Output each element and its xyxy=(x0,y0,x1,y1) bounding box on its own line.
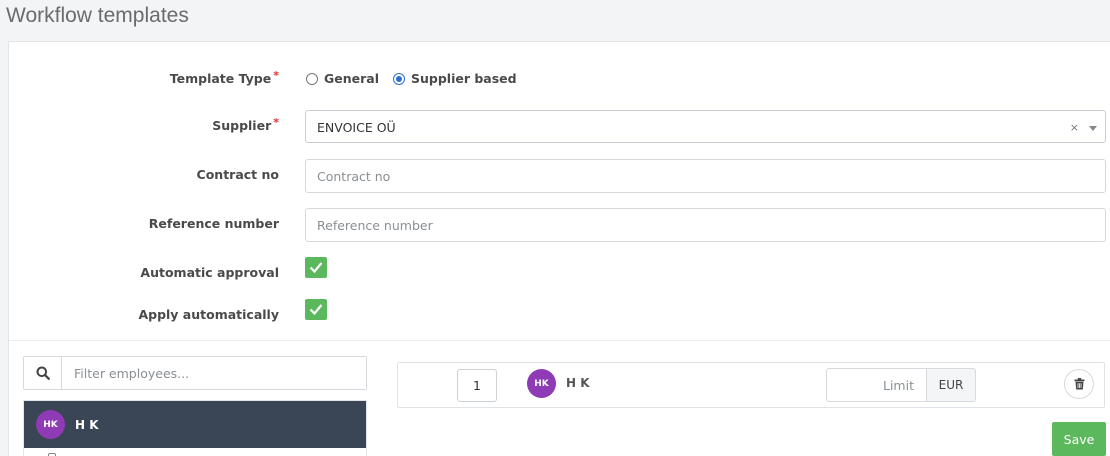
avatar: HK xyxy=(36,410,65,439)
supplier-select[interactable]: ENVOICE OÜ × xyxy=(305,110,1106,143)
step-number-input[interactable]: 1 xyxy=(457,369,497,402)
employee-list-item[interactable]: HK H K xyxy=(24,401,366,448)
employee-list-item-partial xyxy=(24,448,366,456)
automatic-approval-checkbox[interactable] xyxy=(305,257,327,278)
section-divider xyxy=(9,340,1110,341)
caret-down-icon[interactable] xyxy=(1089,126,1097,131)
template-type-radio-group: General Supplier based xyxy=(306,71,531,86)
reference-number-label: Reference number xyxy=(148,216,279,231)
radio-supplier-based[interactable]: Supplier based xyxy=(393,71,517,86)
radio-supplier-based-label: Supplier based xyxy=(411,71,517,86)
template-form-card: Template Type * General Supplier based Su… xyxy=(8,41,1110,456)
step-approver-name: H K xyxy=(566,376,590,390)
required-marker: * xyxy=(273,69,279,82)
employee-filter xyxy=(23,356,367,390)
reference-number-input[interactable] xyxy=(305,208,1106,242)
radio-supplier-based-circle[interactable] xyxy=(393,72,405,85)
radio-general[interactable]: General xyxy=(306,71,379,86)
radio-general-circle[interactable] xyxy=(306,72,318,85)
radio-general-label: General xyxy=(324,71,379,86)
check-icon xyxy=(309,262,323,274)
employee-filter-input[interactable] xyxy=(62,357,366,389)
supplier-label-text: Supplier xyxy=(212,118,272,133)
employee-list: HK H K xyxy=(23,400,367,456)
search-icon xyxy=(24,357,62,389)
avatar: HK xyxy=(527,369,556,398)
apply-automatically-checkbox[interactable] xyxy=(305,299,327,320)
page-title: Workflow templates xyxy=(6,4,189,27)
employee-name: H K xyxy=(75,417,99,432)
save-button[interactable]: Save xyxy=(1052,422,1106,456)
check-icon xyxy=(309,304,323,316)
automatic-approval-label: Automatic approval xyxy=(140,265,279,280)
limit-input[interactable] xyxy=(826,368,927,402)
contract-no-label: Contract no xyxy=(196,167,279,182)
currency-addon: EUR xyxy=(927,368,976,402)
template-type-label: Template Type * xyxy=(9,69,279,86)
required-marker: * xyxy=(273,116,279,129)
clear-icon[interactable]: × xyxy=(1070,121,1079,134)
contract-no-input[interactable] xyxy=(305,159,1106,193)
trash-icon xyxy=(1074,378,1084,390)
apply-automatically-label: Apply automatically xyxy=(138,307,279,322)
approval-step-row: 1 HK H K EUR xyxy=(397,362,1105,408)
template-type-label-text: Template Type xyxy=(169,71,272,86)
supplier-label: Supplier * xyxy=(9,116,279,133)
delete-step-button[interactable] xyxy=(1064,369,1094,399)
supplier-select-value: ENVOICE OÜ xyxy=(317,120,396,135)
